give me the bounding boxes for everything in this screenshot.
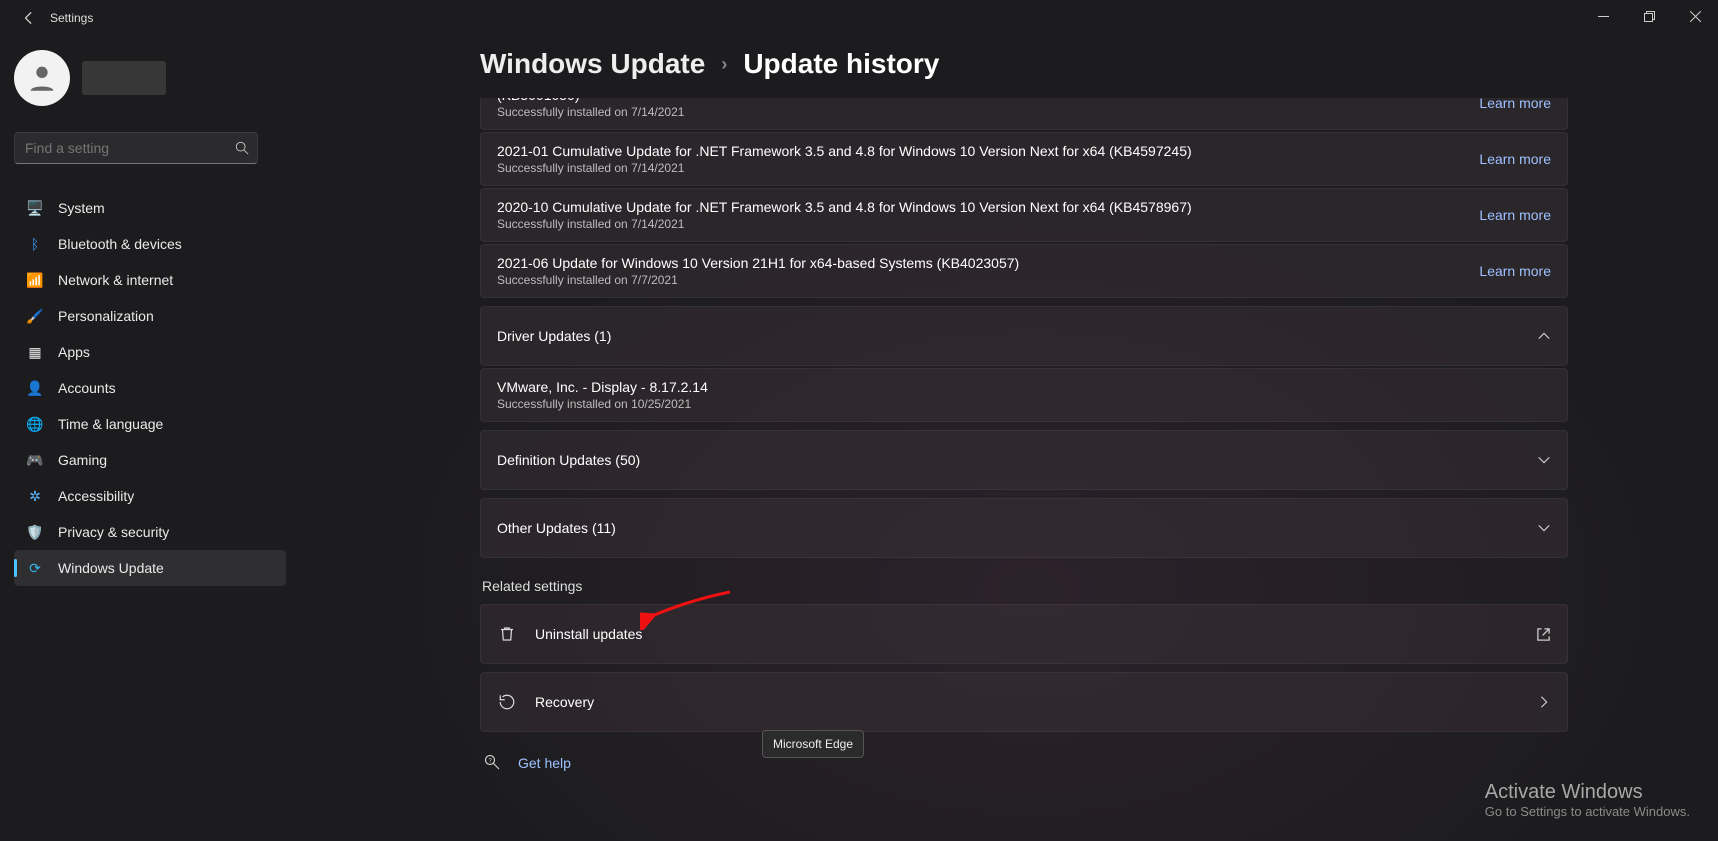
user-name-redacted xyxy=(82,61,166,95)
help-icon: ? xyxy=(484,754,502,772)
update-status: Successfully installed on 7/7/2021 xyxy=(497,273,1479,287)
bluetooth-icon: ᛒ xyxy=(26,235,44,253)
sidebar-item-label: Gaming xyxy=(58,452,107,468)
update-status: Successfully installed on 10/25/2021 xyxy=(497,397,1551,411)
learn-more-link[interactable]: Learn more xyxy=(1479,98,1551,111)
sidebar-nav: 🖥️ System ᛒ Bluetooth & devices 📶 Network &… xyxy=(14,190,286,586)
sidebar-item-time[interactable]: 🌐 Time & language xyxy=(14,406,286,442)
update-status: Successfully installed on 7/14/2021 xyxy=(497,217,1479,231)
sidebar-item-apps[interactable]: ▦ Apps xyxy=(14,334,286,370)
get-help-row[interactable]: ? Get help xyxy=(480,754,1568,772)
section-other-updates[interactable]: Other Updates (11) xyxy=(480,498,1568,558)
search-box[interactable] xyxy=(14,132,258,164)
trash-icon xyxy=(497,625,517,643)
sidebar-item-label: Windows Update xyxy=(58,560,164,576)
tooltip: Microsoft Edge xyxy=(762,730,864,758)
search-input[interactable] xyxy=(15,140,227,156)
wifi-icon: 📶 xyxy=(26,271,44,289)
sidebar-item-personalization[interactable]: 🖌️ Personalization xyxy=(14,298,286,334)
learn-more-link[interactable]: Learn more xyxy=(1479,151,1551,167)
update-row[interactable]: VMware, Inc. - Display - 8.17.2.14 Succe… xyxy=(480,368,1568,422)
update-status: Successfully installed on 7/14/2021 xyxy=(497,161,1479,175)
update-title: VMware, Inc. - Display - 8.17.2.14 xyxy=(497,379,1551,395)
sidebar-item-label: Personalization xyxy=(58,308,154,324)
section-definition-updates[interactable]: Definition Updates (50) xyxy=(480,430,1568,490)
close-button[interactable] xyxy=(1672,0,1718,32)
maximize-button[interactable] xyxy=(1626,0,1672,32)
recovery-row[interactable]: Recovery xyxy=(480,672,1568,732)
sidebar-item-label: Time & language xyxy=(58,416,163,432)
open-external-icon xyxy=(1536,627,1551,642)
update-title: 2021-01 Cumulative Update for .NET Frame… xyxy=(497,143,1479,159)
search-icon xyxy=(227,141,257,155)
minimize-button[interactable] xyxy=(1580,0,1626,32)
sidebar-item-bluetooth[interactable]: ᛒ Bluetooth & devices xyxy=(14,226,286,262)
globe-icon: 🌐 xyxy=(26,415,44,433)
left-panel: 🖥️ System ᛒ Bluetooth & devices 📶 Network &… xyxy=(0,36,300,841)
watermark-subtitle: Go to Settings to activate Windows. xyxy=(1485,804,1690,819)
apps-icon: ▦ xyxy=(26,343,44,361)
breadcrumb-parent[interactable]: Windows Update xyxy=(480,48,705,80)
sidebar-item-label: Bluetooth & devices xyxy=(58,236,182,252)
learn-more-link[interactable]: Learn more xyxy=(1479,207,1551,223)
update-row[interactable]: 2021-06 Update for Windows 10 Version 21… xyxy=(480,244,1568,298)
person-icon: 👤 xyxy=(26,379,44,397)
sidebar-item-accounts[interactable]: 👤 Accounts xyxy=(14,370,286,406)
recovery-icon xyxy=(497,693,517,711)
chevron-down-icon xyxy=(1537,521,1551,535)
user-block[interactable] xyxy=(14,50,286,106)
avatar xyxy=(14,50,70,106)
learn-more-link[interactable]: Learn more xyxy=(1479,263,1551,279)
chevron-down-icon xyxy=(1537,453,1551,467)
chevron-right-icon xyxy=(1537,695,1551,709)
chevron-up-icon xyxy=(1537,329,1551,343)
sidebar-item-label: System xyxy=(58,200,105,216)
back-button[interactable] xyxy=(18,7,40,29)
breadcrumb: Windows Update › Update history xyxy=(480,48,1568,80)
chevron-right-icon: › xyxy=(721,54,727,75)
display-icon: 🖥️ xyxy=(26,199,44,217)
window-title: Settings xyxy=(50,11,93,25)
sidebar-item-label: Apps xyxy=(58,344,90,360)
update-title: 2021-06 Update for Windows 10 Version 21… xyxy=(497,255,1479,271)
scroll-area[interactable]: (KB5001050) Successfully installed on 7/… xyxy=(480,98,1568,841)
uninstall-updates-label: Uninstall updates xyxy=(535,626,1518,642)
watermark-title: Activate Windows xyxy=(1485,781,1690,804)
update-icon: ⟳ xyxy=(26,559,44,577)
update-status: Successfully installed on 7/14/2021 xyxy=(497,105,1479,119)
svg-text:?: ? xyxy=(489,758,493,764)
sidebar-item-privacy[interactable]: 🛡️ Privacy & security xyxy=(14,514,286,550)
sidebar-item-accessibility[interactable]: ✲ Accessibility xyxy=(14,478,286,514)
update-row[interactable]: 2021-01 Cumulative Update for .NET Frame… xyxy=(480,132,1568,186)
recovery-label: Recovery xyxy=(535,694,1519,710)
sidebar-item-network[interactable]: 📶 Network & internet xyxy=(14,262,286,298)
brush-icon: 🖌️ xyxy=(26,307,44,325)
get-help-label: Get help xyxy=(518,755,571,771)
related-settings-header: Related settings xyxy=(482,578,1568,594)
sidebar-item-system[interactable]: 🖥️ System xyxy=(14,190,286,226)
breadcrumb-current: Update history xyxy=(743,48,939,80)
section-title: Driver Updates (1) xyxy=(497,328,1537,344)
gamepad-icon: 🎮 xyxy=(26,451,44,469)
sidebar-item-label: Accounts xyxy=(58,380,116,396)
sidebar-item-label: Privacy & security xyxy=(58,524,169,540)
section-title: Definition Updates (50) xyxy=(497,452,1537,468)
section-title: Other Updates (11) xyxy=(497,520,1537,536)
section-driver-updates[interactable]: Driver Updates (1) xyxy=(480,306,1568,366)
main-content: Windows Update › Update history (KB50010… xyxy=(480,48,1568,841)
update-row[interactable]: 2020-10 Cumulative Update for .NET Frame… xyxy=(480,188,1568,242)
sidebar-item-label: Accessibility xyxy=(58,488,134,504)
sidebar-item-windows-update[interactable]: ⟳ Windows Update xyxy=(14,550,286,586)
update-row[interactable]: (KB5001050) Successfully installed on 7/… xyxy=(480,98,1568,130)
shield-icon: 🛡️ xyxy=(26,523,44,541)
titlebar: Settings xyxy=(0,0,1718,36)
update-title: 2020-10 Cumulative Update for .NET Frame… xyxy=(497,199,1479,215)
sidebar-item-gaming[interactable]: 🎮 Gaming xyxy=(14,442,286,478)
activation-watermark: Activate Windows Go to Settings to activ… xyxy=(1485,781,1690,819)
accessibility-icon: ✲ xyxy=(26,487,44,505)
update-title: (KB5001050) xyxy=(497,98,1479,103)
sidebar-item-label: Network & internet xyxy=(58,272,173,288)
uninstall-updates-row[interactable]: Uninstall updates xyxy=(480,604,1568,664)
